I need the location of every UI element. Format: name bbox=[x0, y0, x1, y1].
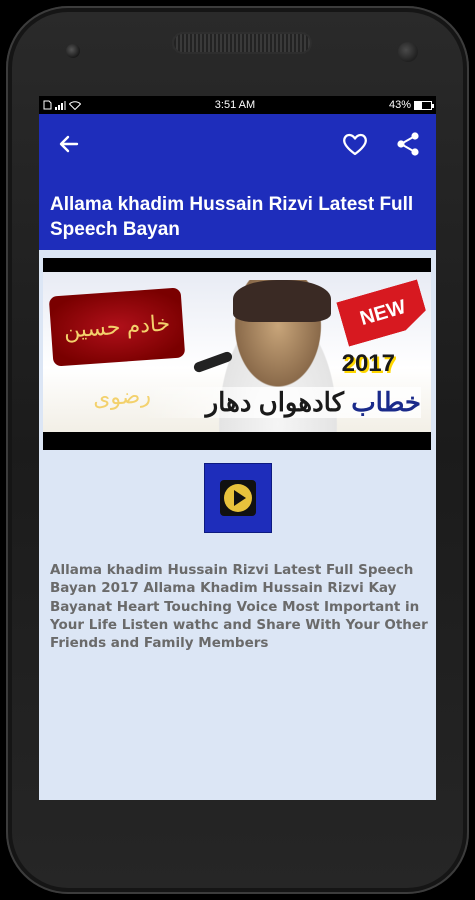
signal-strength-icon bbox=[55, 100, 66, 110]
play-button[interactable] bbox=[204, 463, 272, 533]
urdu-caption: خطاب کادھواں دھار bbox=[143, 387, 421, 418]
status-indicators bbox=[43, 100, 81, 110]
sim-card-icon bbox=[43, 100, 52, 110]
urdu-caption-emphasis: خطاب bbox=[351, 387, 421, 417]
content-area: خادم حسین رضوی NEW 2017 خطاب کادھواں دھا… bbox=[39, 250, 436, 800]
status-time: 3:51 AM bbox=[214, 99, 256, 111]
battery-icon bbox=[413, 100, 434, 110]
speech-description: Allama khadim Hussain Rizvi Latest Full … bbox=[50, 562, 428, 652]
heart-outline-icon[interactable] bbox=[340, 129, 370, 159]
page-title: Allama khadim Hussain Rizvi Latest Full … bbox=[50, 194, 414, 240]
front-camera bbox=[66, 44, 80, 58]
speaker-turban bbox=[233, 280, 331, 322]
earpiece-speaker bbox=[172, 32, 312, 54]
share-icon[interactable] bbox=[394, 130, 422, 158]
screen: 3:51 AM 43% Allama khadim Hussain Rizvi … bbox=[39, 96, 436, 800]
wifi-icon bbox=[69, 100, 81, 110]
arrow-left-icon[interactable] bbox=[55, 130, 83, 158]
video-thumbnail[interactable]: خادم حسین رضوی NEW 2017 خطاب کادھواں دھا… bbox=[43, 258, 431, 450]
urdu-caption-text: کادھواں دھار bbox=[205, 387, 344, 417]
status-bar: 3:51 AM 43% bbox=[39, 96, 436, 114]
year-label: 2017 bbox=[341, 350, 395, 377]
battery-status: 43% bbox=[388, 99, 434, 111]
app-bar: Allama khadim Hussain Rizvi Latest Full … bbox=[39, 114, 436, 250]
thumbnail-image: خادم حسین رضوی NEW 2017 خطاب کادھواں دھا… bbox=[43, 272, 431, 432]
battery-percent: 43% bbox=[388, 99, 411, 111]
battery-level bbox=[414, 101, 422, 109]
play-icon bbox=[220, 480, 256, 516]
proximity-sensor bbox=[398, 42, 418, 62]
name-badge: خادم حسین رضوی bbox=[48, 287, 186, 411]
